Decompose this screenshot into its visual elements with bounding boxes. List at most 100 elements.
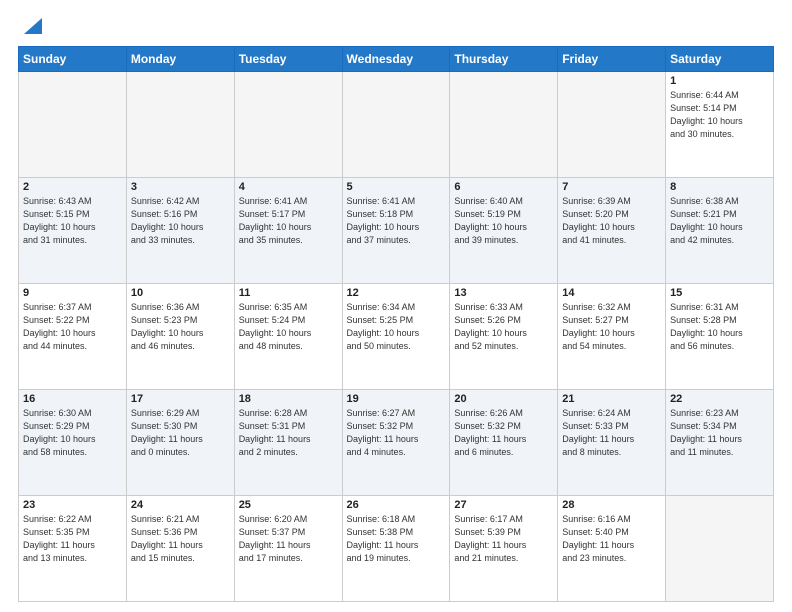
calendar-cell: 14 Sunrise: 6:32 AM Sunset: 5:27 PM Dayli… xyxy=(558,284,666,390)
day-number: 25 xyxy=(239,499,338,511)
day-info: Sunrise: 6:23 AM Sunset: 5:34 PM Dayligh… xyxy=(670,407,769,459)
weekday-header-thursday: Thursday xyxy=(450,47,558,72)
calendar-cell xyxy=(558,72,666,178)
day-number: 1 xyxy=(670,75,769,87)
day-number: 26 xyxy=(347,499,446,511)
day-number: 22 xyxy=(670,393,769,405)
calendar-cell: 4Sunrise: 6:41 AM Sunset: 5:17 PM Daylig… xyxy=(234,178,342,284)
calendar-week-row: 23 Sunrise: 6:22 AM Sunset: 5:35 PM Dayli… xyxy=(19,496,774,602)
day-info: Sunrise: 6:39 AM Sunset: 5:20 PM Dayligh… xyxy=(562,195,661,247)
day-info: Sunrise: 6:36 AM Sunset: 5:23 PM Dayligh… xyxy=(131,301,230,353)
day-info: Sunrise: 6:29 AM Sunset: 5:30 PM Dayligh… xyxy=(131,407,230,459)
day-info: Sunrise: 6:22 AM Sunset: 5:35 PM Dayligh… xyxy=(23,513,122,565)
calendar-cell: 12Sunrise: 6:34 AM Sunset: 5:25 PM Dayli… xyxy=(342,284,450,390)
calendar-cell: 5Sunrise: 6:41 AM Sunset: 5:18 PM Daylig… xyxy=(342,178,450,284)
day-info: Sunrise: 6:18 AM Sunset: 5:38 PM Dayligh… xyxy=(347,513,446,565)
day-info: Sunrise: 6:33 AM Sunset: 5:26 PM Dayligh… xyxy=(454,301,553,353)
day-info: Sunrise: 6:34 AM Sunset: 5:25 PM Dayligh… xyxy=(347,301,446,353)
header xyxy=(18,16,774,38)
day-info: Sunrise: 6:44 AM Sunset: 5:14 PM Dayligh… xyxy=(670,89,769,141)
day-info: Sunrise: 6:32 AM Sunset: 5:27 PM Dayligh… xyxy=(562,301,661,353)
day-number: 7 xyxy=(562,181,661,193)
day-number: 28 xyxy=(562,499,661,511)
calendar-cell: 16 Sunrise: 6:30 AM Sunset: 5:29 PM Dayli… xyxy=(19,390,127,496)
day-number: 17 xyxy=(131,393,230,405)
day-number: 15 xyxy=(670,287,769,299)
day-info: Sunrise: 6:27 AM Sunset: 5:32 PM Dayligh… xyxy=(347,407,446,459)
calendar-cell xyxy=(342,72,450,178)
calendar-cell xyxy=(450,72,558,178)
calendar-cell: 28 Sunrise: 6:16 AM Sunset: 5:40 PM Dayli… xyxy=(558,496,666,602)
calendar-cell: 19 Sunrise: 6:27 AM Sunset: 5:32 PM Dayli… xyxy=(342,390,450,496)
day-number: 24 xyxy=(131,499,230,511)
day-info: Sunrise: 6:21 AM Sunset: 5:36 PM Dayligh… xyxy=(131,513,230,565)
day-info: Sunrise: 6:43 AM Sunset: 5:15 PM Dayligh… xyxy=(23,195,122,247)
day-info: Sunrise: 6:16 AM Sunset: 5:40 PM Dayligh… xyxy=(562,513,661,565)
day-number: 16 xyxy=(23,393,122,405)
day-info: Sunrise: 6:41 AM Sunset: 5:17 PM Dayligh… xyxy=(239,195,338,247)
weekday-header-friday: Friday xyxy=(558,47,666,72)
calendar-cell: 9 Sunrise: 6:37 AM Sunset: 5:22 PM Daylig… xyxy=(19,284,127,390)
day-info: Sunrise: 6:20 AM Sunset: 5:37 PM Dayligh… xyxy=(239,513,338,565)
calendar-cell: 15 Sunrise: 6:31 AM Sunset: 5:28 PM Dayli… xyxy=(666,284,774,390)
weekday-header-sunday: Sunday xyxy=(19,47,127,72)
day-info: Sunrise: 6:24 AM Sunset: 5:33 PM Dayligh… xyxy=(562,407,661,459)
day-info: Sunrise: 6:26 AM Sunset: 5:32 PM Dayligh… xyxy=(454,407,553,459)
weekday-header-tuesday: Tuesday xyxy=(234,47,342,72)
page: SundayMondayTuesdayWednesdayThursdayFrid… xyxy=(0,0,792,612)
day-number: 2 xyxy=(23,181,122,193)
calendar-cell: 13 Sunrise: 6:33 AM Sunset: 5:26 PM Dayli… xyxy=(450,284,558,390)
day-number: 21 xyxy=(562,393,661,405)
calendar-cell: 25 Sunrise: 6:20 AM Sunset: 5:37 PM Dayli… xyxy=(234,496,342,602)
day-number: 13 xyxy=(454,287,553,299)
calendar-cell: 11Sunrise: 6:35 AM Sunset: 5:24 PM Dayli… xyxy=(234,284,342,390)
calendar-table: SundayMondayTuesdayWednesdayThursdayFrid… xyxy=(18,46,774,602)
calendar-cell xyxy=(666,496,774,602)
day-number: 19 xyxy=(347,393,446,405)
calendar-cell: 18Sunrise: 6:28 AM Sunset: 5:31 PM Dayli… xyxy=(234,390,342,496)
day-number: 3 xyxy=(131,181,230,193)
calendar-cell: 2 Sunrise: 6:43 AM Sunset: 5:15 PM Daylig… xyxy=(19,178,127,284)
day-info: Sunrise: 6:30 AM Sunset: 5:29 PM Dayligh… xyxy=(23,407,122,459)
weekday-header-saturday: Saturday xyxy=(666,47,774,72)
day-number: 20 xyxy=(454,393,553,405)
calendar-cell: 3 Sunrise: 6:42 AM Sunset: 5:16 PM Daylig… xyxy=(126,178,234,284)
calendar-cell: 21 Sunrise: 6:24 AM Sunset: 5:33 PM Dayli… xyxy=(558,390,666,496)
calendar-cell: 22 Sunrise: 6:23 AM Sunset: 5:34 PM Dayli… xyxy=(666,390,774,496)
day-number: 6 xyxy=(454,181,553,193)
calendar-cell: 1 Sunrise: 6:44 AM Sunset: 5:14 PM Daylig… xyxy=(666,72,774,178)
day-info: Sunrise: 6:37 AM Sunset: 5:22 PM Dayligh… xyxy=(23,301,122,353)
day-number: 8 xyxy=(670,181,769,193)
logo-triangle-icon xyxy=(20,16,42,38)
calendar-week-row: 9 Sunrise: 6:37 AM Sunset: 5:22 PM Daylig… xyxy=(19,284,774,390)
calendar-cell xyxy=(126,72,234,178)
logo xyxy=(18,16,42,38)
calendar-cell: 24 Sunrise: 6:21 AM Sunset: 5:36 PM Dayli… xyxy=(126,496,234,602)
calendar-cell: 17 Sunrise: 6:29 AM Sunset: 5:30 PM Dayli… xyxy=(126,390,234,496)
day-info: Sunrise: 6:38 AM Sunset: 5:21 PM Dayligh… xyxy=(670,195,769,247)
day-info: Sunrise: 6:41 AM Sunset: 5:18 PM Dayligh… xyxy=(347,195,446,247)
day-number: 10 xyxy=(131,287,230,299)
calendar-cell: 20 Sunrise: 6:26 AM Sunset: 5:32 PM Dayli… xyxy=(450,390,558,496)
calendar-week-row: 1 Sunrise: 6:44 AM Sunset: 5:14 PM Daylig… xyxy=(19,72,774,178)
weekday-header-row: SundayMondayTuesdayWednesdayThursdayFrid… xyxy=(19,47,774,72)
calendar-cell: 8 Sunrise: 6:38 AM Sunset: 5:21 PM Daylig… xyxy=(666,178,774,284)
day-info: Sunrise: 6:42 AM Sunset: 5:16 PM Dayligh… xyxy=(131,195,230,247)
calendar-cell: 7 Sunrise: 6:39 AM Sunset: 5:20 PM Daylig… xyxy=(558,178,666,284)
day-number: 14 xyxy=(562,287,661,299)
weekday-header-wednesday: Wednesday xyxy=(342,47,450,72)
day-number: 9 xyxy=(23,287,122,299)
calendar-week-row: 2 Sunrise: 6:43 AM Sunset: 5:15 PM Daylig… xyxy=(19,178,774,284)
day-number: 11 xyxy=(239,287,338,299)
day-info: Sunrise: 6:40 AM Sunset: 5:19 PM Dayligh… xyxy=(454,195,553,247)
calendar-cell: 23 Sunrise: 6:22 AM Sunset: 5:35 PM Dayli… xyxy=(19,496,127,602)
weekday-header-monday: Monday xyxy=(126,47,234,72)
day-info: Sunrise: 6:31 AM Sunset: 5:28 PM Dayligh… xyxy=(670,301,769,353)
calendar-cell: 26 Sunrise: 6:18 AM Sunset: 5:38 PM Dayli… xyxy=(342,496,450,602)
day-number: 27 xyxy=(454,499,553,511)
calendar-week-row: 16 Sunrise: 6:30 AM Sunset: 5:29 PM Dayli… xyxy=(19,390,774,496)
calendar-cell: 6 Sunrise: 6:40 AM Sunset: 5:19 PM Daylig… xyxy=(450,178,558,284)
calendar-cell xyxy=(19,72,127,178)
calendar-cell xyxy=(234,72,342,178)
day-number: 23 xyxy=(23,499,122,511)
